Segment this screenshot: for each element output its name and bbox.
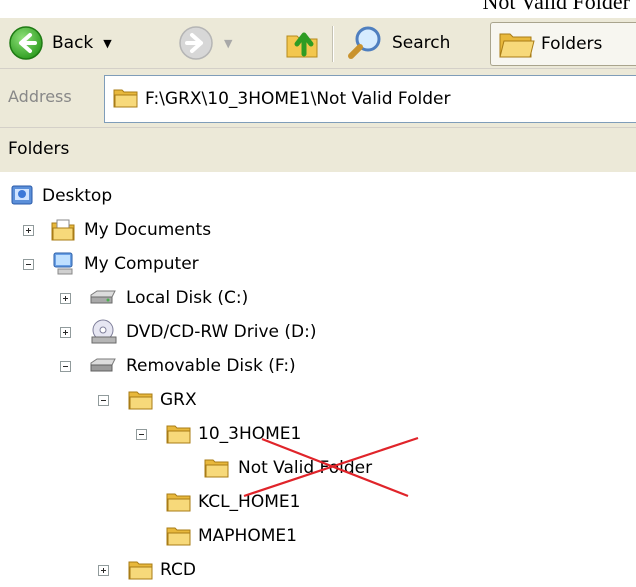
forward-dropdown-icon[interactable]: ▼ <box>224 37 232 50</box>
folder-icon <box>113 89 138 108</box>
up-folder-button[interactable] <box>284 23 322 63</box>
toolbar-separator <box>332 26 334 62</box>
tree-item-maphome1[interactable]: MAPHOME1 <box>156 519 356 553</box>
tree-item-my-computer[interactable]: My Computer <box>40 247 260 281</box>
tree-item-10-3home1[interactable]: 10_3HOME1 <box>156 417 356 451</box>
tree-item-rcd[interactable]: RCD <box>118 553 238 587</box>
folder-icon <box>166 425 191 444</box>
address-value: F:\GRX\10_3HOME1\Not Valid Folder <box>145 89 451 109</box>
expand-icon[interactable] <box>60 327 71 338</box>
address-bar: Address F:\GRX\10_3HOME1\Not Valid Folde… <box>0 69 636 128</box>
search-button[interactable]: Search <box>346 23 450 63</box>
caption-text: Not Valid Folder <box>482 0 630 14</box>
forward-button[interactable]: ▼ <box>178 23 232 63</box>
folders-button[interactable]: Folders <box>490 22 636 66</box>
tree-label: GRX <box>160 390 197 410</box>
expand-icon[interactable] <box>23 225 34 236</box>
folder-icon <box>166 493 191 512</box>
collapse-icon[interactable] <box>23 259 34 270</box>
collapse-icon[interactable] <box>136 429 147 440</box>
folder-icon <box>166 527 191 546</box>
tree-item-local-disk[interactable]: Local Disk (C:) <box>80 281 320 315</box>
folder-icon <box>128 561 153 580</box>
tree-item-dvd-drive[interactable]: DVD/CD-RW Drive (D:) <box>80 315 360 349</box>
tree-label: RCD <box>160 560 196 580</box>
folder-icon <box>128 391 153 410</box>
standard-toolbar: Back ▼ ▼ Search Folders <box>0 18 636 69</box>
back-button[interactable]: Back ▼ <box>8 23 112 63</box>
collapse-icon[interactable] <box>98 395 109 406</box>
back-dropdown-icon[interactable]: ▼ <box>103 37 111 50</box>
forward-arrow-icon <box>179 26 213 60</box>
tree-label: My Computer <box>84 254 199 274</box>
folders-icon <box>499 33 535 58</box>
desktop-icon <box>11 185 33 205</box>
tree-label: Local Disk (C:) <box>126 288 249 308</box>
tree-label: 10_3HOME1 <box>198 424 302 444</box>
search-label: Search <box>392 33 451 53</box>
tree-label: Removable Disk (F:) <box>126 356 296 376</box>
folders-label: Folders <box>541 34 603 54</box>
tree-item-desktop[interactable]: Desktop <box>0 179 200 213</box>
removable-disk-icon <box>90 358 116 372</box>
tree-label: Desktop <box>42 186 113 206</box>
tree-item-grx[interactable]: GRX <box>118 383 238 417</box>
search-icon <box>348 26 381 59</box>
tree-label: My Documents <box>84 220 212 240</box>
tree-label: DVD/CD-RW Drive (D:) <box>126 322 317 342</box>
tree-item-my-documents[interactable]: My Documents <box>40 213 260 247</box>
dvd-drive-icon <box>91 319 117 344</box>
back-arrow-icon <box>9 26 43 60</box>
expand-icon[interactable] <box>98 565 109 576</box>
tree-label: KCL_HOME1 <box>198 492 301 512</box>
page-caption: Not Valid Folder <box>0 0 636 18</box>
back-label: Back <box>52 33 94 53</box>
folders-pane-header: Folders <box>0 128 636 173</box>
address-label: Address <box>8 87 72 106</box>
tree-item-removable-disk[interactable]: Removable Disk (F:) <box>80 349 360 383</box>
tree-item-not-valid-folder[interactable]: Not Valid Folder <box>196 451 396 485</box>
folder-tree: Desktop My Documents My Computer Local D… <box>0 172 636 580</box>
address-field[interactable]: F:\GRX\10_3HOME1\Not Valid Folder <box>104 75 636 123</box>
expand-icon[interactable] <box>60 293 71 304</box>
hard-disk-icon <box>90 290 116 304</box>
my-computer-icon <box>53 252 73 275</box>
tree-label: MAPHOME1 <box>198 526 297 546</box>
my-documents-icon <box>51 219 75 241</box>
tree-item-kcl-home1[interactable]: KCL_HOME1 <box>156 485 356 519</box>
tree-label: Not Valid Folder <box>238 458 373 478</box>
folder-icon <box>204 459 229 478</box>
collapse-icon[interactable] <box>60 361 71 372</box>
folders-pane-title: Folders <box>8 139 70 159</box>
up-folder-icon <box>286 32 318 58</box>
